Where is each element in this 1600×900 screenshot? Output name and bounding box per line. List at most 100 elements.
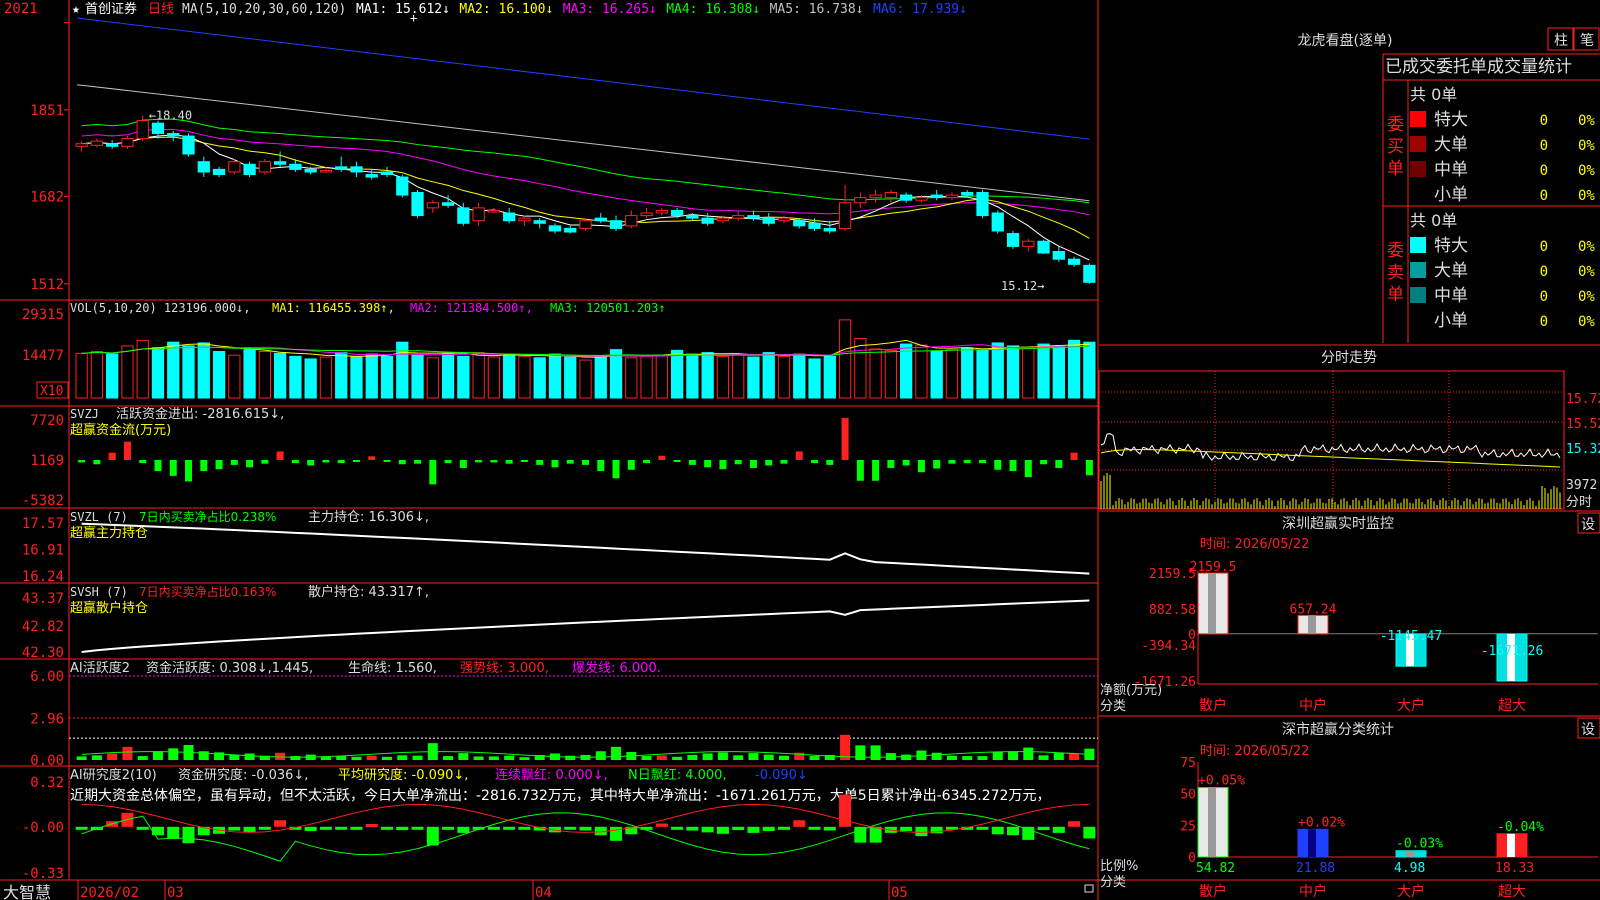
svzj-bar[interactable] xyxy=(475,460,483,463)
svzj-bar[interactable] xyxy=(520,460,528,462)
svzj-bar[interactable] xyxy=(154,460,162,471)
ai-active-bar[interactable] xyxy=(244,753,255,760)
ai-research-bar[interactable] xyxy=(503,826,516,830)
volume-bar[interactable] xyxy=(151,347,165,399)
svzj-bar[interactable] xyxy=(1040,460,1048,465)
svzj-bar[interactable] xyxy=(398,460,406,465)
volume-bar[interactable] xyxy=(1067,339,1081,399)
volume-bar[interactable] xyxy=(793,353,806,399)
svzj-bar[interactable] xyxy=(337,460,345,464)
svzj-bar[interactable] xyxy=(108,452,116,460)
svzj-bar[interactable] xyxy=(200,460,208,471)
candle-body[interactable] xyxy=(121,138,134,147)
candle-body[interactable] xyxy=(533,220,546,224)
ai-active-bar[interactable] xyxy=(1038,755,1049,760)
candle-body[interactable] xyxy=(686,215,699,219)
svzj-bar[interactable] xyxy=(765,460,773,466)
ai-active-bar[interactable] xyxy=(397,755,408,760)
ai-research-bar[interactable] xyxy=(350,826,363,830)
ai-active-bar[interactable] xyxy=(382,756,393,760)
candle-body[interactable] xyxy=(747,215,760,219)
volume-bar[interactable] xyxy=(915,344,928,399)
ai-active-bar[interactable] xyxy=(565,755,576,760)
svzj-bar[interactable] xyxy=(276,451,284,460)
candle-body[interactable] xyxy=(380,171,394,176)
ai-active-bar[interactable] xyxy=(168,748,179,760)
candle-body[interactable] xyxy=(167,132,180,137)
ai-research-bar[interactable] xyxy=(610,826,623,841)
volume-bar[interactable] xyxy=(472,352,485,399)
candle-body[interactable] xyxy=(1037,240,1050,254)
ai-active-bar[interactable] xyxy=(1023,747,1034,760)
candle-body[interactable] xyxy=(365,174,378,178)
svzj-bar[interactable] xyxy=(582,460,589,465)
ai-research-bar[interactable] xyxy=(900,826,913,831)
volume-bar[interactable] xyxy=(350,356,363,399)
svzj-bar[interactable] xyxy=(1055,460,1063,468)
candle-body[interactable] xyxy=(548,225,562,232)
ai-research-bar[interactable] xyxy=(747,826,760,833)
volume-bar[interactable] xyxy=(212,350,226,399)
volume-bar[interactable] xyxy=(747,356,760,399)
volume-bar[interactable] xyxy=(518,355,531,399)
volume-bar[interactable] xyxy=(884,349,898,399)
ai-active-bar[interactable] xyxy=(778,755,789,760)
svzj-bar[interactable] xyxy=(826,460,834,465)
ai-research-bar[interactable] xyxy=(716,826,729,834)
svzj-bar[interactable] xyxy=(414,460,422,464)
svzj-bar[interactable] xyxy=(811,460,819,464)
svzj-bar[interactable] xyxy=(139,460,147,464)
volume-bar[interactable] xyxy=(487,356,501,399)
volume-bar[interactable] xyxy=(121,345,134,399)
volume-bar[interactable] xyxy=(701,352,714,399)
candle-body[interactable] xyxy=(90,140,104,146)
candle-body[interactable] xyxy=(609,220,623,229)
ai-research-bar[interactable] xyxy=(976,826,989,830)
volume-bar[interactable] xyxy=(304,358,317,399)
ai-research-bar[interactable] xyxy=(243,826,256,833)
ai-active-bar[interactable] xyxy=(275,752,286,760)
ai-active-bar[interactable] xyxy=(641,756,652,760)
volume-bar[interactable] xyxy=(762,352,775,399)
volume-bar[interactable] xyxy=(167,341,180,399)
volume-bar[interactable] xyxy=(808,358,821,399)
volume-bar[interactable] xyxy=(716,355,730,399)
ai-active-bar[interactable] xyxy=(717,752,728,760)
candle-body[interactable] xyxy=(457,207,470,224)
ai-research-bar[interactable] xyxy=(487,826,500,830)
ai-research-bar[interactable] xyxy=(335,826,348,830)
ai-active-bar[interactable] xyxy=(1069,753,1080,760)
svzj-bar[interactable] xyxy=(566,460,574,464)
volume-bar[interactable] xyxy=(1037,343,1050,399)
candle-body[interactable] xyxy=(426,202,439,209)
candle-body[interactable] xyxy=(212,168,226,176)
ai-research-bar[interactable] xyxy=(1022,826,1035,840)
ai-research-bar[interactable] xyxy=(75,826,88,830)
ai-active-bar[interactable] xyxy=(1008,751,1019,760)
ai-active-bar[interactable] xyxy=(595,751,606,760)
volume-bar[interactable] xyxy=(976,349,989,399)
svzj-bar[interactable] xyxy=(872,460,880,481)
candle-body[interactable] xyxy=(961,191,974,196)
volume-bar[interactable] xyxy=(258,350,271,399)
volume-bar[interactable] xyxy=(838,319,852,399)
svzj-bar[interactable] xyxy=(215,460,223,470)
candle-body[interactable] xyxy=(670,209,684,217)
ai-research-bar[interactable] xyxy=(1037,826,1050,831)
volume-bar[interactable] xyxy=(365,353,378,399)
favorite-star-icon[interactable]: ★ xyxy=(72,2,80,17)
svzj-bar[interactable] xyxy=(459,460,467,468)
ai-active-bar[interactable] xyxy=(763,754,774,760)
ai-active-bar[interactable] xyxy=(931,752,942,760)
candle-body[interactable] xyxy=(273,161,287,165)
period-label[interactable]: 日线 xyxy=(148,2,174,17)
ai-research-bar[interactable] xyxy=(564,826,577,830)
volume-bar[interactable] xyxy=(243,349,256,399)
svzj-bar[interactable] xyxy=(1070,452,1078,460)
candle-body[interactable] xyxy=(503,212,516,222)
ai-research-bar[interactable] xyxy=(411,826,424,830)
ai-research-bar[interactable] xyxy=(579,826,592,831)
svzj-bar[interactable] xyxy=(597,460,605,471)
ai-active-bar[interactable] xyxy=(519,757,530,760)
ai-active-bar[interactable] xyxy=(473,756,484,760)
